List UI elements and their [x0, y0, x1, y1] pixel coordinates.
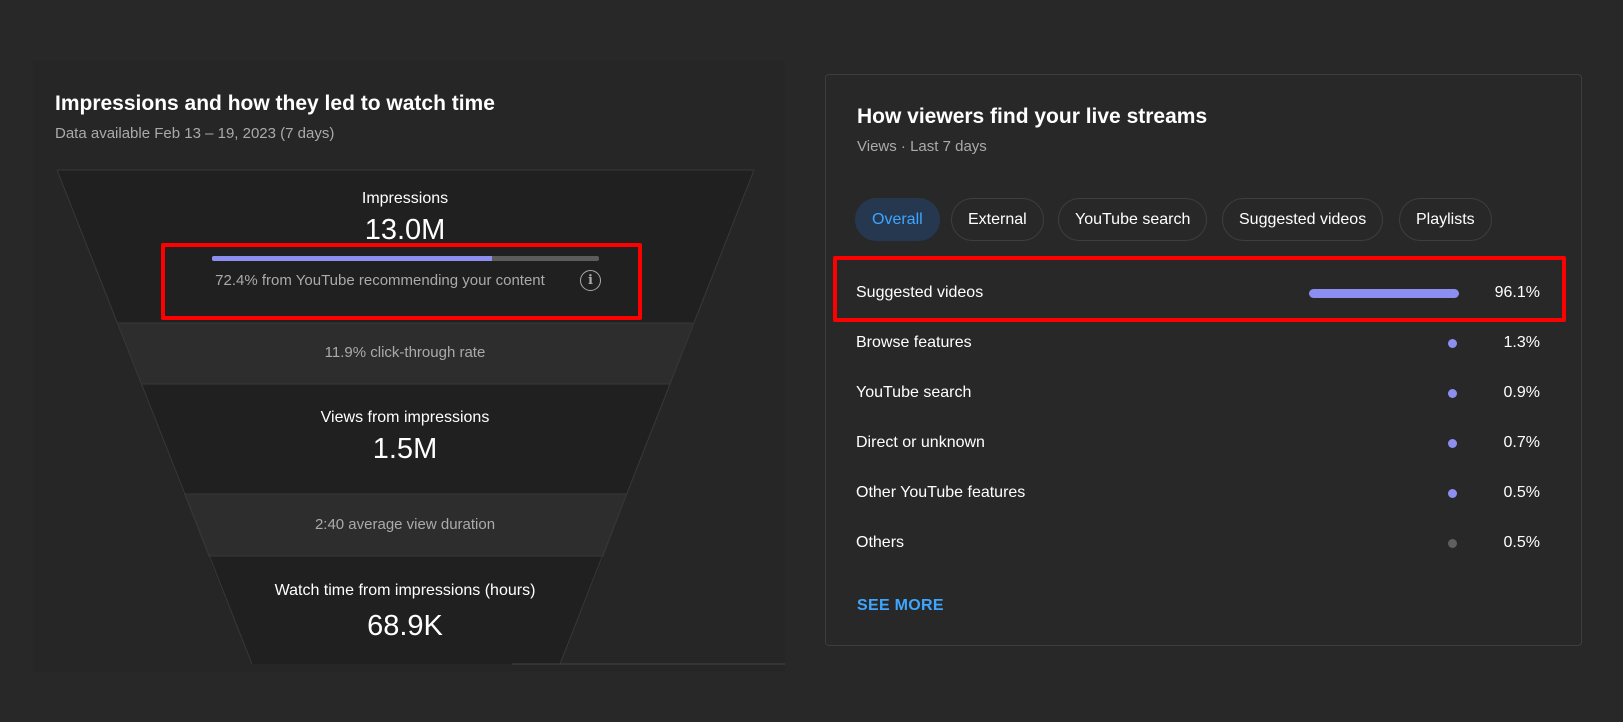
traffic-row-value: 0.7%: [1503, 434, 1540, 451]
traffic-row-bar-area: [1299, 438, 1459, 448]
traffic-card-title: How viewers find your live streams: [857, 105, 1208, 128]
traffic-row-label: Suggested videos: [856, 284, 984, 301]
traffic-row-label: Others: [856, 534, 905, 551]
chip-youtube-search[interactable]: YouTube search: [1058, 198, 1208, 241]
chip-overall[interactable]: Overall: [855, 198, 940, 241]
traffic-row-bar-area: [1299, 288, 1459, 298]
traffic-row-value: 0.9%: [1503, 384, 1540, 401]
recommendation-text: 72.4% from YouTube recommending your con…: [215, 272, 545, 289]
impressions-label: Impressions: [361, 190, 449, 207]
traffic-row-value: 0.5%: [1503, 484, 1540, 501]
traffic-share-dot: [1448, 488, 1457, 498]
watch-time-label: Watch time from impressions (hours): [274, 582, 536, 599]
traffic-row-value: 1.3%: [1503, 334, 1540, 351]
traffic-row-direct-or-unknown[interactable]: Direct or unknown 0.7%: [856, 418, 1540, 468]
traffic-share-dot: [1448, 338, 1457, 348]
traffic-row-browse-features[interactable]: Browse features 1.3%: [856, 318, 1540, 368]
traffic-row-bar-area: [1299, 388, 1459, 398]
chip-suggested-videos[interactable]: Suggested videos: [1222, 198, 1384, 241]
traffic-share-dot: [1448, 538, 1457, 548]
funnel-card-subtitle: Data available Feb 13 – 19, 2023 (7 days…: [55, 125, 335, 142]
traffic-share-dot: [1448, 438, 1457, 448]
traffic-row-bar-area: [1299, 338, 1459, 348]
watch-time-value: 68.9K: [367, 610, 443, 642]
traffic-row-label: YouTube search: [856, 384, 972, 401]
traffic-row-value: 0.5%: [1503, 534, 1540, 551]
recommendation-progress-fill: [212, 256, 493, 261]
info-icon[interactable]: i: [580, 270, 601, 291]
traffic-share-bar: [1309, 288, 1459, 298]
traffic-row-label: Browse features: [856, 334, 972, 351]
traffic-row-others[interactable]: Others 0.5%: [856, 518, 1540, 568]
traffic-row-other-youtube-features[interactable]: Other YouTube features 0.5%: [856, 468, 1540, 518]
traffic-row-youtube-search[interactable]: YouTube search 0.9%: [856, 368, 1540, 418]
views-label: Views from impressions: [320, 409, 490, 426]
analytics-screen: Impressions and how they led to watch ti…: [0, 0, 1623, 722]
funnel-card-title: Impressions and how they led to watch ti…: [55, 92, 495, 115]
see-more-link[interactable]: SEE MORE: [857, 597, 944, 615]
traffic-row-bar-area: [1299, 538, 1459, 548]
views-value: 1.5M: [372, 433, 438, 465]
traffic-row-value: 96.1%: [1494, 284, 1540, 301]
ctr-text: 11.9% click-through rate: [324, 344, 486, 361]
traffic-row-bar-area: [1299, 488, 1459, 498]
traffic-row-suggested-videos[interactable]: Suggested videos 96.1%: [856, 268, 1540, 318]
traffic-card-subtitle: Views · Last 7 days: [857, 138, 987, 155]
chip-playlists[interactable]: Playlists: [1399, 198, 1492, 241]
traffic-row-label: Other YouTube features: [856, 484, 1026, 501]
traffic-row-label: Direct or unknown: [856, 434, 985, 451]
chip-external[interactable]: External: [951, 198, 1044, 241]
avd-text: 2:40 average view duration: [314, 516, 496, 533]
recommendation-progress-bar: [212, 256, 599, 261]
traffic-share-dot: [1448, 388, 1457, 398]
impressions-value: 13.0M: [364, 214, 446, 246]
